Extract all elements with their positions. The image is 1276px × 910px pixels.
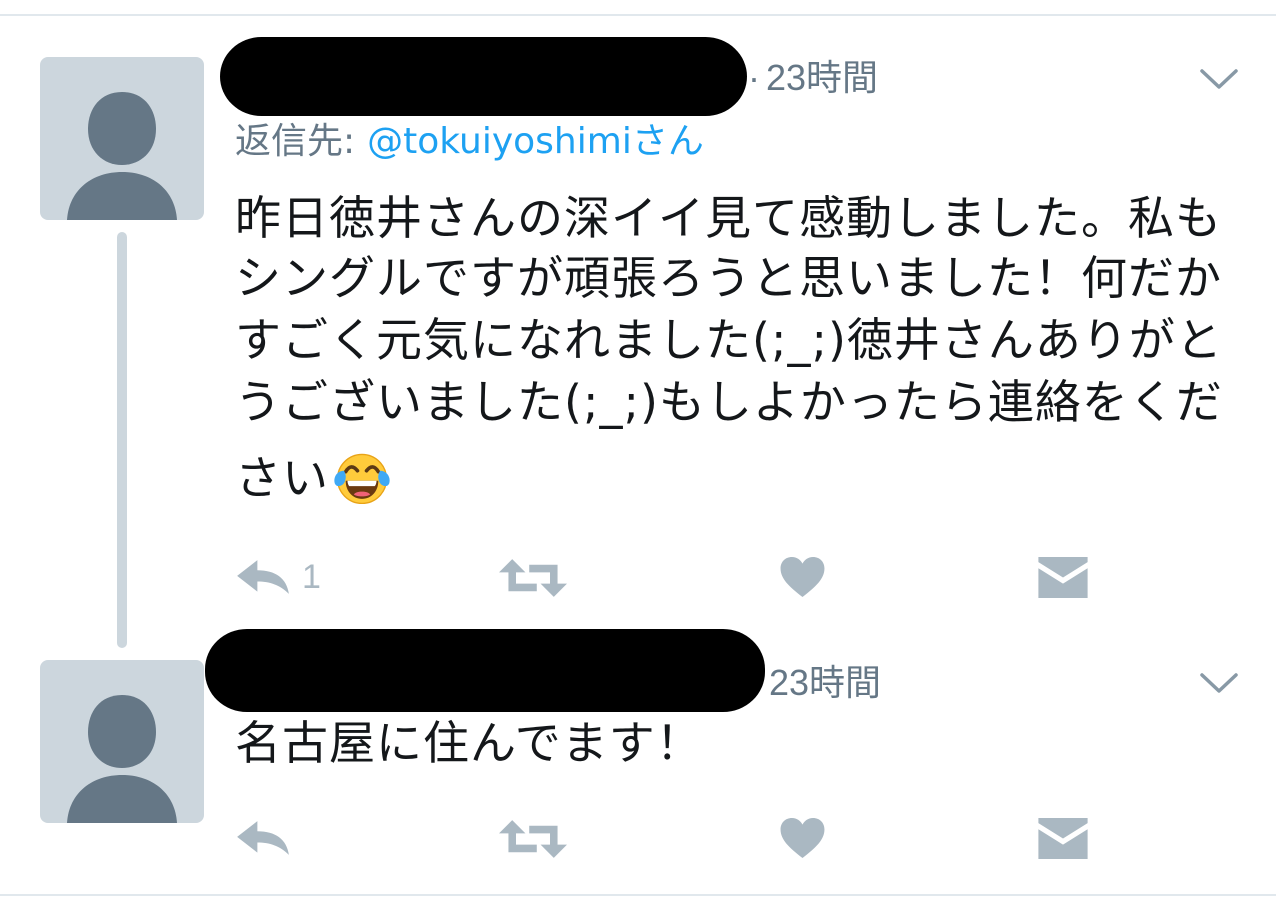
tweet-thread: · 23時間 返信先: @tokuiyoshimiさん 昨日徳井さんの深イイ見て… xyxy=(0,0,1276,910)
heart-icon xyxy=(780,556,825,598)
like-button[interactable] xyxy=(779,556,826,598)
bottom-divider xyxy=(0,894,1276,896)
tweet-menu-button[interactable] xyxy=(1199,67,1239,91)
tweet-menu-button[interactable] xyxy=(1199,671,1239,695)
chevron-down-icon xyxy=(1200,673,1238,693)
top-divider xyxy=(0,14,1276,16)
face-with-tears-of-joy-icon xyxy=(333,449,391,507)
reply-icon xyxy=(237,560,289,594)
reply-icon xyxy=(237,821,289,855)
direct-message-button[interactable] xyxy=(1038,818,1088,859)
envelope-icon xyxy=(1038,557,1088,598)
tweet-text-line: 名古屋に住んでます！ xyxy=(235,716,703,770)
tweet-text-line: 昨日徳井さんの深イイ見て感動しました。私も xyxy=(235,191,1222,245)
envelope-icon xyxy=(1038,818,1088,859)
retweet-icon xyxy=(499,559,567,597)
redacted-username xyxy=(205,629,765,712)
chevron-down-icon xyxy=(1200,69,1238,89)
redacted-username xyxy=(220,37,747,116)
heart-icon xyxy=(780,817,825,859)
tweet-text-line: うございました(;_;)もしよかったら連絡をくだ xyxy=(235,375,1223,429)
tweet-text-line: シングルですが頑張ろうと思いました！何だか xyxy=(235,251,1222,305)
default-profile-avatar-icon xyxy=(67,92,177,220)
reply-to-label: 返信先: xyxy=(235,121,356,162)
tweet-text-line: さい xyxy=(235,447,391,509)
tweet-text-line: すごく元気になれました(;_;)徳井さんありがと xyxy=(235,313,1223,367)
timestamp-separator: · xyxy=(748,57,760,98)
reply-to-line: 返信先: @tokuiyoshimiさん xyxy=(235,120,704,164)
reply-to-handle-link[interactable]: @tokuiyoshimiさん xyxy=(367,120,704,164)
like-button[interactable] xyxy=(779,817,826,859)
retweet-icon xyxy=(499,820,567,858)
retweet-button[interactable] xyxy=(499,559,567,597)
avatar[interactable] xyxy=(40,57,204,220)
reply-button[interactable] xyxy=(236,818,290,858)
retweet-button[interactable] xyxy=(499,820,567,858)
reply-count: 1 xyxy=(302,558,321,596)
timestamp-link[interactable]: 23時間 xyxy=(769,661,881,705)
avatar[interactable] xyxy=(40,660,204,823)
default-profile-avatar-icon xyxy=(67,695,177,823)
reply-button[interactable]: 1 xyxy=(236,557,321,597)
thread-connector-line xyxy=(117,232,127,648)
tweet-text-line-content: さい xyxy=(235,451,329,505)
timestamp-link[interactable]: 23時間 xyxy=(766,56,878,100)
direct-message-button[interactable] xyxy=(1038,557,1088,598)
